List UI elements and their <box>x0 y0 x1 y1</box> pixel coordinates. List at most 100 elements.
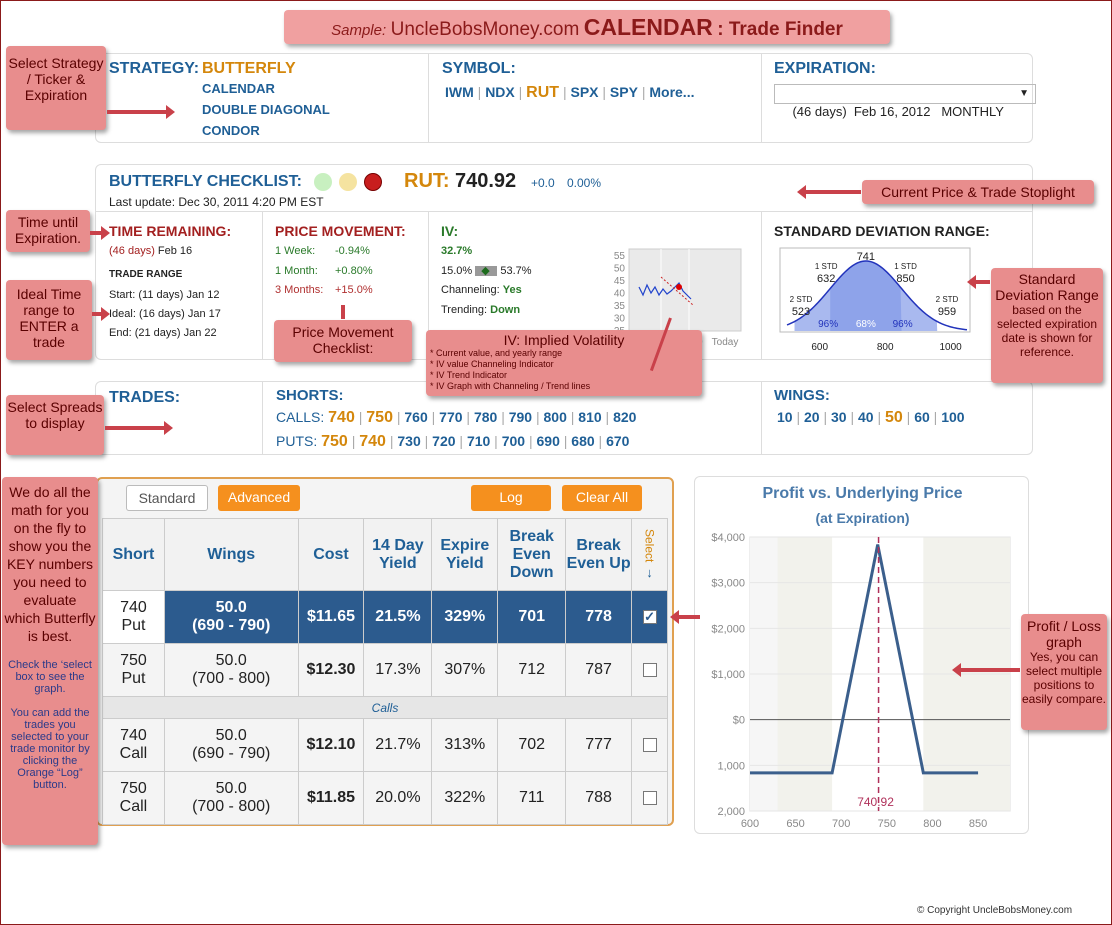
call-strike-740[interactable]: 740 <box>328 409 355 426</box>
table-row[interactable]: 750 Put 50.0 (700 - 800) $12.30 17.3% 307%… <box>102 643 668 697</box>
short-value-part: 740 <box>120 599 147 616</box>
put-strike-690[interactable]: 690 <box>537 433 560 449</box>
wings-range: (690 - 790) <box>192 617 271 634</box>
checklist-label: BUTTERFLY CHECKLIST: <box>109 173 302 190</box>
note-key-numbers: We do all the math for you on the fly to… <box>2 477 98 845</box>
iv-current: 32.7% <box>441 245 473 257</box>
wing-30[interactable]: 30 <box>831 409 847 425</box>
pl-y-tick: $0 <box>733 715 745 727</box>
select-checkbox[interactable] <box>642 662 657 677</box>
arrow-icon <box>105 421 173 435</box>
wings-value: 50.0 <box>215 727 247 744</box>
symbol-rut[interactable]: RUT <box>526 84 559 101</box>
strategy-option-condor[interactable]: CONDOR <box>202 123 260 138</box>
call-strike-780[interactable]: 780 <box>474 409 497 425</box>
put-strike-680[interactable]: 680 <box>571 433 594 449</box>
cell-cost: $11.65 <box>297 590 365 644</box>
strategy-option-calendar[interactable]: CALENDAR <box>202 81 275 96</box>
sdr-high1: 850 <box>896 273 914 285</box>
iv-y-tick: 40 <box>614 289 626 300</box>
wing-60[interactable]: 60 <box>914 409 930 425</box>
call-strike-790[interactable]: 790 <box>509 409 532 425</box>
call-strike-820[interactable]: 820 <box>613 409 636 425</box>
cell-expire-yield: 322% <box>431 771 499 825</box>
call-strike-800[interactable]: 800 <box>544 409 567 425</box>
pl-chart-subtitle: (at Expiration) <box>815 510 910 526</box>
sdr-std2-label: 2 STD <box>936 295 959 304</box>
call-strike-810[interactable]: 810 <box>578 409 601 425</box>
strategy-option-double-diagonal[interactable]: DOUBLE DIAGONAL <box>202 102 330 117</box>
note-iv-item: * IV value Channeling Indicator <box>430 359 554 369</box>
wing-20[interactable]: 20 <box>804 409 820 425</box>
iv-y-tick: 55 <box>614 251 626 262</box>
symbol-ndx[interactable]: NDX <box>485 84 515 100</box>
clear-all-button[interactable]: Clear All <box>562 485 642 511</box>
wing-50[interactable]: 50 <box>885 409 903 426</box>
log-button[interactable]: Log <box>471 485 551 511</box>
note-key-b: You can add the trades you selected to y… <box>10 707 90 791</box>
trade-range-ideal: Ideal: (16 days) Jan 17 <box>109 308 221 320</box>
select-checkbox[interactable] <box>642 737 657 752</box>
table-row[interactable]: 740 Call 50.0 (690 - 790) $12.10 21.7% 313… <box>102 718 668 772</box>
expiration-value: (46 days) Feb 16, 2012 MONTHLY <box>792 104 1004 119</box>
put-strike-700[interactable]: 700 <box>502 433 525 449</box>
col-wings: Wings <box>163 518 299 591</box>
price-move-3months: 3 Months: +15.0% <box>275 284 373 296</box>
arrow-icon <box>967 275 990 289</box>
select-checkbox[interactable] <box>642 790 657 805</box>
standard-button[interactable]: Standard <box>126 485 208 511</box>
group-label: Calls <box>102 696 668 719</box>
symbol-spy[interactable]: SPY <box>610 84 638 100</box>
put-strike-740[interactable]: 740 <box>359 433 386 450</box>
cell-wings: 50.0 (700 - 800) <box>163 771 299 825</box>
note-time-expiration: Time until Expiration. <box>6 210 90 252</box>
wing-100[interactable]: 100 <box>941 409 964 425</box>
call-strike-750[interactable]: 750 <box>366 409 393 426</box>
note-price-movement: Price Movement Checklist: <box>274 320 412 362</box>
pl-y-tick: $2,000 <box>711 623 745 635</box>
sdr-std1-label: 1 STD <box>894 262 917 271</box>
strategy-selected[interactable]: BUTTERFLY <box>202 60 296 78</box>
put-strike-750[interactable]: 750 <box>321 433 348 450</box>
call-strike-770[interactable]: 770 <box>439 409 462 425</box>
advanced-button[interactable]: Advanced <box>218 485 300 511</box>
cell-short: 750 Call <box>102 771 165 825</box>
put-strike-720[interactable]: 720 <box>432 433 455 449</box>
pl-x-tick: 700 <box>832 818 850 830</box>
puts-label: PUTS: <box>276 433 318 449</box>
cell-wings: 50.0 (690 - 790) <box>163 590 299 644</box>
divider <box>428 54 429 142</box>
cell-expire-yield: 307% <box>431 643 499 697</box>
cell-14day-yield: 20.0% <box>363 771 433 825</box>
col-14day-yield: 14 Day Yield <box>363 518 433 591</box>
note-iv-item: * IV Trend Indicator <box>430 370 508 380</box>
cell-14day-yield: 21.5% <box>363 590 433 644</box>
symbol-more[interactable]: More... <box>649 84 694 100</box>
expiration-select[interactable]: (46 days) Feb 16, 2012 MONTHLY ▼ <box>774 84 1036 119</box>
cell-short: 740 Call <box>102 718 165 772</box>
iv-range: 15.0% ◆ 53.7% <box>441 265 532 277</box>
symbol-iwm[interactable]: IWM <box>445 84 474 100</box>
chevron-down-icon: ▼ <box>1019 88 1029 99</box>
short-value-part: Call <box>119 798 148 815</box>
select-checkbox[interactable]: ✓ <box>642 609 657 624</box>
arrow-down-icon: ↓ <box>646 565 653 581</box>
symbol-spx[interactable]: SPX <box>570 84 598 100</box>
cell-break-even-up: 788 <box>565 771 633 825</box>
wing-10[interactable]: 10 <box>777 409 793 425</box>
table-row[interactable]: 750 Call 50.0 (700 - 800) $11.85 20.0% 322… <box>102 771 668 825</box>
cell-expire-yield: 329% <box>431 590 499 644</box>
iv-y-tick: 35 <box>614 301 626 312</box>
put-strike-730[interactable]: 730 <box>397 433 420 449</box>
note-sdr: Standard Deviation Range based on the se… <box>991 268 1103 383</box>
put-strike-710[interactable]: 710 <box>467 433 490 449</box>
wings-value: 50.0 <box>215 652 247 669</box>
symbol-label: SYMBOL: <box>442 60 516 77</box>
channeling-label: Channeling: <box>441 284 500 296</box>
wing-40[interactable]: 40 <box>858 409 874 425</box>
pm-value: +0.80% <box>335 265 373 277</box>
call-strike-760[interactable]: 760 <box>404 409 427 425</box>
col-break-even-up: Break Even Up <box>565 518 633 591</box>
put-strike-670[interactable]: 670 <box>606 433 629 449</box>
table-row[interactable]: 740 Put 50.0 (690 - 790) $11.65 21.5% 329%… <box>102 590 668 644</box>
